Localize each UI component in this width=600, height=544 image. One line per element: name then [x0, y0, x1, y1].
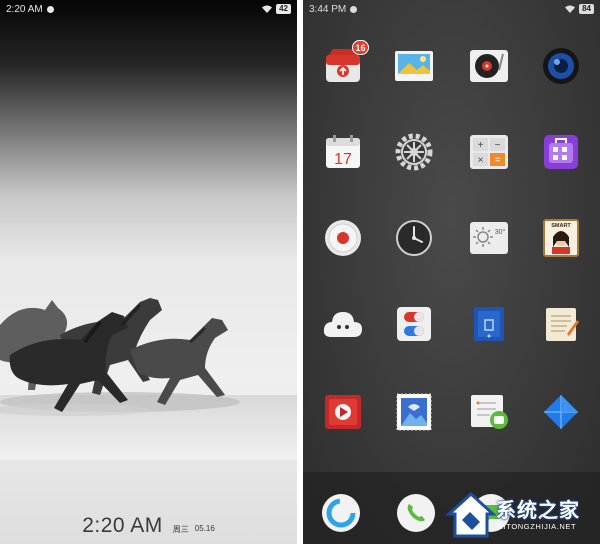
browser-umbrella-icon[interactable] — [541, 392, 581, 432]
lock-status-time: 2:20 AM — [6, 3, 43, 15]
smart-label: SMART — [551, 223, 571, 229]
lock-date: 周三 05.16 — [173, 524, 215, 535]
weather-icon[interactable]: 30° — [469, 218, 509, 258]
camera-lens-icon[interactable] — [541, 46, 581, 86]
file-manager-icon[interactable] — [469, 304, 509, 344]
home-screen: 3:44 PM 84 16 17 + − × = 30° SMART — [303, 0, 600, 544]
svg-text:+: + — [478, 140, 484, 151]
wifi-icon — [565, 5, 576, 13]
dock-browser-icon[interactable] — [321, 493, 361, 533]
gallery-icon[interactable] — [394, 46, 434, 86]
settings-gear-icon[interactable] — [394, 132, 434, 172]
horses-wallpaper — [0, 298, 297, 460]
theme-store-icon[interactable] — [541, 132, 581, 172]
notification-dot-icon — [46, 5, 54, 13]
svg-text:×: × — [478, 155, 484, 166]
home-status-time: 3:44 PM — [309, 3, 347, 15]
recorder-icon[interactable] — [323, 218, 363, 258]
battery-indicator: 84 — [579, 4, 594, 14]
calculator-icon[interactable]: + − × = — [469, 132, 509, 172]
security-pills-icon[interactable] — [394, 304, 434, 344]
video-player-icon[interactable] — [323, 392, 363, 432]
dock-phone-icon[interactable] — [396, 493, 436, 533]
battery-indicator: 42 — [276, 4, 291, 14]
lock-clock: 2:20 AM 周三 05.16 — [0, 514, 297, 538]
lock-status-bar: 2:20 AM 42 — [0, 0, 297, 18]
dock-messages-icon[interactable] — [471, 493, 511, 533]
lock-screen: 2:20 AM 42 2:20 AM 周三 05.16 — [0, 0, 297, 544]
contacts-smart-icon[interactable]: SMART — [541, 218, 581, 258]
clock-icon[interactable] — [394, 218, 434, 258]
svg-text:=: = — [495, 155, 501, 166]
app-store-icon[interactable]: 16 — [323, 40, 369, 86]
weather-temp: 30° — [495, 228, 506, 236]
calendar-date: 17 — [334, 151, 352, 168]
calendar-icon[interactable]: 17 — [323, 132, 363, 172]
lock-time: 2:20 AM — [82, 514, 163, 537]
lock-date-value: 05.16 — [194, 524, 215, 533]
app-store-badge: 16 — [352, 40, 369, 55]
cloud-icon[interactable] — [323, 304, 363, 344]
lock-weekday: 周三 — [172, 525, 189, 534]
messages-icon[interactable] — [469, 392, 509, 432]
wifi-icon — [262, 5, 273, 13]
svg-text:−: − — [495, 140, 501, 151]
stamp-photo-icon[interactable] — [394, 392, 434, 432]
notification-dot-icon — [350, 5, 358, 13]
home-status-bar: 3:44 PM 84 — [303, 0, 600, 18]
music-player-icon[interactable] — [469, 46, 509, 86]
notes-icon[interactable] — [541, 304, 581, 344]
